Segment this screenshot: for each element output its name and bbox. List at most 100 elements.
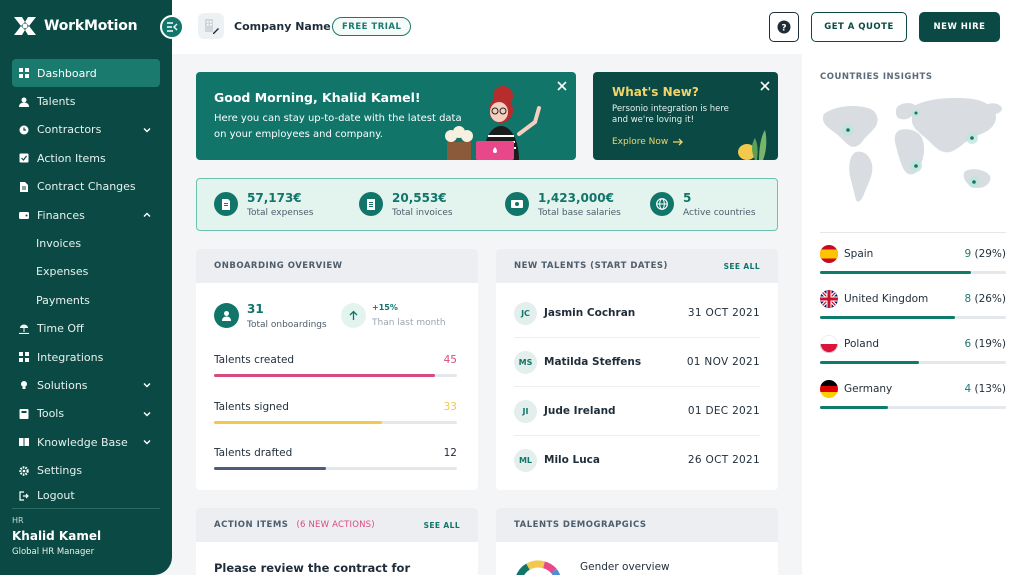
chevron-down-icon xyxy=(143,440,151,445)
app-name: WorkMotion xyxy=(44,18,138,34)
sidebar-item-label: Tools xyxy=(37,407,65,421)
sidebar-item-finances[interactable]: Finances xyxy=(12,201,160,229)
whats-new-card: What's New? Personio integration is here… xyxy=(593,72,778,160)
sidebar-item-label: Solutions xyxy=(37,378,88,392)
plant-illustration xyxy=(738,130,767,160)
see-all-talents-link[interactable]: SEE ALL xyxy=(724,262,760,271)
whats-new-title: What's New? xyxy=(612,85,699,99)
sidebar-item-action-items[interactable]: Action Items xyxy=(12,144,160,172)
change-value: +15% xyxy=(372,303,398,312)
sidebar-item-invoices[interactable]: Invoices xyxy=(12,229,160,257)
greeting-card: Good Morning, Khalid Kamel! Here you can… xyxy=(196,72,576,160)
stat-label: Total invoices xyxy=(392,208,453,218)
logout-icon xyxy=(19,491,29,501)
dashboard-icon xyxy=(19,68,29,79)
gear-icon xyxy=(19,465,29,476)
sidebar-item-solutions[interactable]: Solutions xyxy=(12,371,160,399)
user-name[interactable]: Khalid Kamel xyxy=(12,529,101,543)
sidebar-item-tools[interactable]: Tools xyxy=(12,400,160,428)
sidebar-item-dashboard[interactable]: Dashboard xyxy=(12,59,160,88)
user-title: Global HR Manager xyxy=(12,547,95,557)
sidebar-nav: Dashboard Talents Contractors Action Ite… xyxy=(12,59,160,507)
country-percent: (19%) xyxy=(974,338,1006,350)
sidebar-item-contract-changes[interactable]: Contract Changes xyxy=(12,173,160,201)
see-all-actions-link[interactable]: SEE ALL xyxy=(424,521,460,530)
book-icon xyxy=(19,437,29,447)
progress-track xyxy=(214,374,457,377)
talent-row[interactable]: ML Milo Luca 26 OCT 2021 xyxy=(514,437,760,485)
talent-row[interactable]: JC Jasmin Cochran 31 OCT 2021 xyxy=(514,290,760,338)
talent-row[interactable]: MS Matilda Steffens 01 NOV 2021 xyxy=(514,339,760,387)
woman-laptop-illustration xyxy=(445,86,541,160)
chevron-down-icon xyxy=(143,383,151,388)
sidebar-item-label: Talents xyxy=(37,95,76,109)
close-icon[interactable] xyxy=(759,80,771,92)
sidebar-item-talents[interactable]: Talents xyxy=(12,87,160,115)
collapse-sidebar-button[interactable] xyxy=(160,15,184,39)
new-actions-count: (6 NEW ACTIONS) xyxy=(296,520,375,530)
country-row-poland[interactable]: Poland 6 (19%) xyxy=(820,335,1006,365)
onboarding-overview-title: ONBOARDING OVERVIEW xyxy=(196,249,478,283)
total-onboardings-label: Total onboardings xyxy=(247,320,327,330)
company-logo[interactable] xyxy=(198,13,224,39)
country-row-united-kingdom[interactable]: United Kingdom 8 (26%) xyxy=(820,290,1006,320)
grid-icon xyxy=(19,352,29,363)
talent-name: Matilda Steffens xyxy=(544,356,642,368)
countries-insights-title: COUNTRIES INSIGHTS xyxy=(820,72,933,82)
progress-label: Talents created xyxy=(214,354,295,366)
sidebar-item-time-off[interactable]: Time Off xyxy=(12,315,160,343)
sidebar-item-label: Logout xyxy=(37,489,75,503)
talent-name: Milo Luca xyxy=(544,454,600,466)
get-a-quote-button[interactable]: GET A QUOTE xyxy=(811,12,907,42)
wallet-icon xyxy=(19,210,29,220)
beach-icon xyxy=(19,324,29,334)
country-row-spain[interactable]: Spain 9 (29%) xyxy=(820,245,1006,275)
insights-divider xyxy=(820,232,1006,233)
talents-demographics-title: TALENTS DEMOGRAPGICS xyxy=(496,508,778,542)
sidebar-item-contractors[interactable]: Contractors xyxy=(12,116,160,144)
help-button[interactable]: ? xyxy=(769,12,799,42)
arrow-right-icon xyxy=(673,138,684,146)
new-hire-button[interactable]: NEW HIRE xyxy=(919,12,1000,42)
country-count: 8 (26%) xyxy=(964,293,1006,305)
money-icon xyxy=(505,192,529,216)
total-onboardings-value: 31 xyxy=(247,302,264,316)
whats-new-text: Personio integration is here and we're l… xyxy=(612,104,729,125)
sidebar-item-label: Invoices xyxy=(36,237,82,251)
app-logo[interactable]: WorkMotion xyxy=(12,12,138,40)
building-edit-icon xyxy=(205,19,219,34)
sidebar-divider xyxy=(12,508,160,509)
country-name: United Kingdom xyxy=(844,293,929,305)
close-icon[interactable] xyxy=(556,80,568,92)
globe-icon xyxy=(650,192,674,216)
world-map xyxy=(822,97,1002,202)
stat-value: 20,553€ xyxy=(392,191,447,205)
sidebar-item-label: Settings xyxy=(37,464,83,478)
greeting-title: Good Morning, Khalid Kamel! xyxy=(214,90,421,105)
explore-now-link[interactable]: Explore Now xyxy=(612,137,684,147)
action-item-text[interactable]: Please review the contract for xyxy=(214,561,410,575)
country-progress-fill xyxy=(820,271,972,274)
stat-value: 5 xyxy=(683,191,692,205)
action-items-header: ACTION ITEMS (6 NEW ACTIONS) SEE ALL xyxy=(196,508,478,542)
sidebar-item-knowledge-base[interactable]: Knowledge Base xyxy=(12,428,160,456)
sidebar-item-logout[interactable]: Logout xyxy=(12,485,160,507)
sidebar-item-settings[interactable]: Settings xyxy=(12,456,160,484)
top-bar: Company Name FREE TRIAL ? GET A QUOTE NE… xyxy=(172,0,1024,54)
country-percent: (26%) xyxy=(974,293,1006,305)
sidebar-item-payments[interactable]: Payments xyxy=(12,286,160,314)
country-row-germany[interactable]: Germany 4 (13%) xyxy=(820,380,1006,410)
germany-flag-icon xyxy=(820,380,838,398)
sidebar-item-expenses[interactable]: Expenses xyxy=(12,258,160,286)
talent-start-date: 01 DEC 2021 xyxy=(687,405,760,417)
sidebar-item-integrations[interactable]: Integrations xyxy=(12,343,160,371)
sidebar-item-label: Expenses xyxy=(36,265,89,279)
progress-value: 33 xyxy=(443,401,457,413)
talent-row[interactable]: JI Jude Ireland 01 DEC 2021 xyxy=(514,388,760,436)
company-name[interactable]: Company Name xyxy=(234,20,331,33)
invoice-icon xyxy=(359,192,383,216)
sidebar-item-label: Knowledge Base xyxy=(37,435,128,449)
country-count: 6 (19%) xyxy=(964,338,1006,350)
country-progress-track xyxy=(820,361,1006,364)
country-percent: (13%) xyxy=(974,383,1006,395)
